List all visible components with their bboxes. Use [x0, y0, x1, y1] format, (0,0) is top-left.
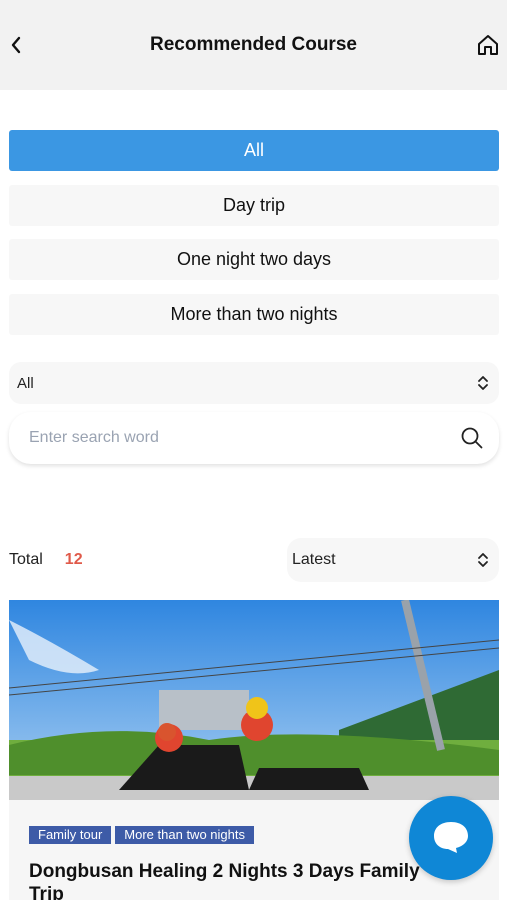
category-select[interactable]: All	[9, 362, 499, 404]
filter-one-night-button[interactable]: One night two days	[9, 239, 499, 280]
card-title: Dongbusan Healing 2 Nights 3 Days Family…	[29, 861, 420, 900]
results-summary: Total 12 Latest	[9, 538, 499, 582]
total-label: Total	[9, 551, 43, 568]
filter-all-button[interactable]: All	[9, 130, 499, 171]
trip-length-filter: All Day trip One night two days More tha…	[9, 130, 499, 348]
search-input[interactable]	[29, 418, 459, 458]
tag-family-tour: Family tour	[29, 826, 112, 844]
card-tags: Family tour More than two nights	[29, 826, 254, 844]
sort-select[interactable]: Latest	[287, 538, 499, 582]
course-photo	[9, 600, 499, 800]
tag-more-than-two-nights: More than two nights	[115, 826, 254, 844]
page-title: Recommended Course	[150, 34, 357, 55]
category-select-value: All	[17, 374, 34, 392]
app-header: Recommended Course	[0, 0, 507, 90]
chat-bubble-icon	[434, 822, 468, 853]
updown-chevron-icon	[477, 375, 489, 391]
total-count: 12	[64, 551, 83, 568]
home-button[interactable]	[475, 32, 501, 58]
updown-chevron-icon	[477, 552, 489, 568]
search-box	[9, 412, 499, 464]
filter-day-trip-button[interactable]: Day trip	[9, 184, 499, 226]
search-icon[interactable]	[459, 425, 485, 451]
sort-select-value: Latest	[292, 551, 336, 568]
home-icon	[478, 35, 498, 55]
filter-two-nights-button[interactable]: More than two nights	[9, 293, 499, 335]
chat-button[interactable]	[409, 796, 493, 880]
